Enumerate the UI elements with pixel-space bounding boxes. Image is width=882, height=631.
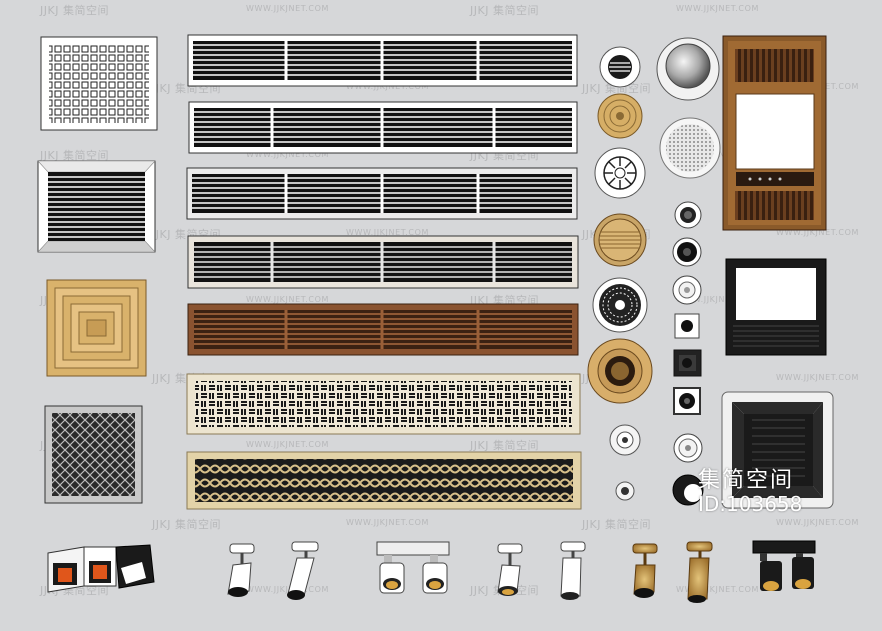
ceiling-speaker [656, 37, 720, 101]
bath-heater-wood [722, 35, 827, 231]
overlay-brand-title: 集简空间 [698, 468, 795, 493]
square-diffuser-wood [46, 279, 147, 377]
track-spotlight-white-2 [497, 543, 523, 596]
linear-grille-white [188, 101, 578, 154]
track-spotlight-white-long [287, 541, 319, 600]
round-vent-swirl [594, 147, 646, 199]
round-vent-wood [597, 93, 643, 139]
track-spotlight-brass-long [686, 541, 713, 603]
round-vent-gold [587, 338, 653, 404]
downlight-2 [672, 237, 702, 267]
linear-grille-white [186, 167, 578, 220]
twin-spotlight-black [752, 540, 816, 591]
linear-grille-white [187, 34, 578, 87]
mesh-speaker [659, 117, 721, 179]
decor-grille-black [44, 405, 143, 504]
small-round-vent [615, 481, 635, 501]
ceiling-fixtures-illustration [37, 34, 834, 603]
downlight-6 [673, 387, 701, 415]
linear-grille-wood [187, 303, 579, 356]
small-round-vent [609, 424, 641, 456]
track-spotlight-brass [632, 543, 658, 598]
downlight-7 [673, 433, 703, 463]
linear-grille-pattern-gold [186, 451, 582, 510]
bath-heater-black [725, 258, 827, 356]
downlight-3 [672, 275, 702, 305]
round-vent-wood-ring [593, 213, 647, 267]
round-vent-white [599, 46, 641, 88]
twin-spotlight-white [376, 541, 450, 594]
downlight-4 [674, 313, 700, 339]
downlight-1 [674, 201, 702, 229]
double-box-spotlight [47, 544, 155, 593]
overlay-id-text: ID:103658 [698, 492, 803, 516]
linear-grille-grey [187, 235, 579, 289]
downlight-5 [673, 349, 702, 377]
louver-grille-white [37, 160, 156, 253]
square-diffuser-white [40, 36, 158, 131]
round-vent-radial [592, 277, 648, 333]
track-spotlight-white [227, 543, 255, 597]
track-spotlight-white-long-2 [560, 541, 586, 600]
linear-grille-pattern-beige [186, 373, 581, 435]
